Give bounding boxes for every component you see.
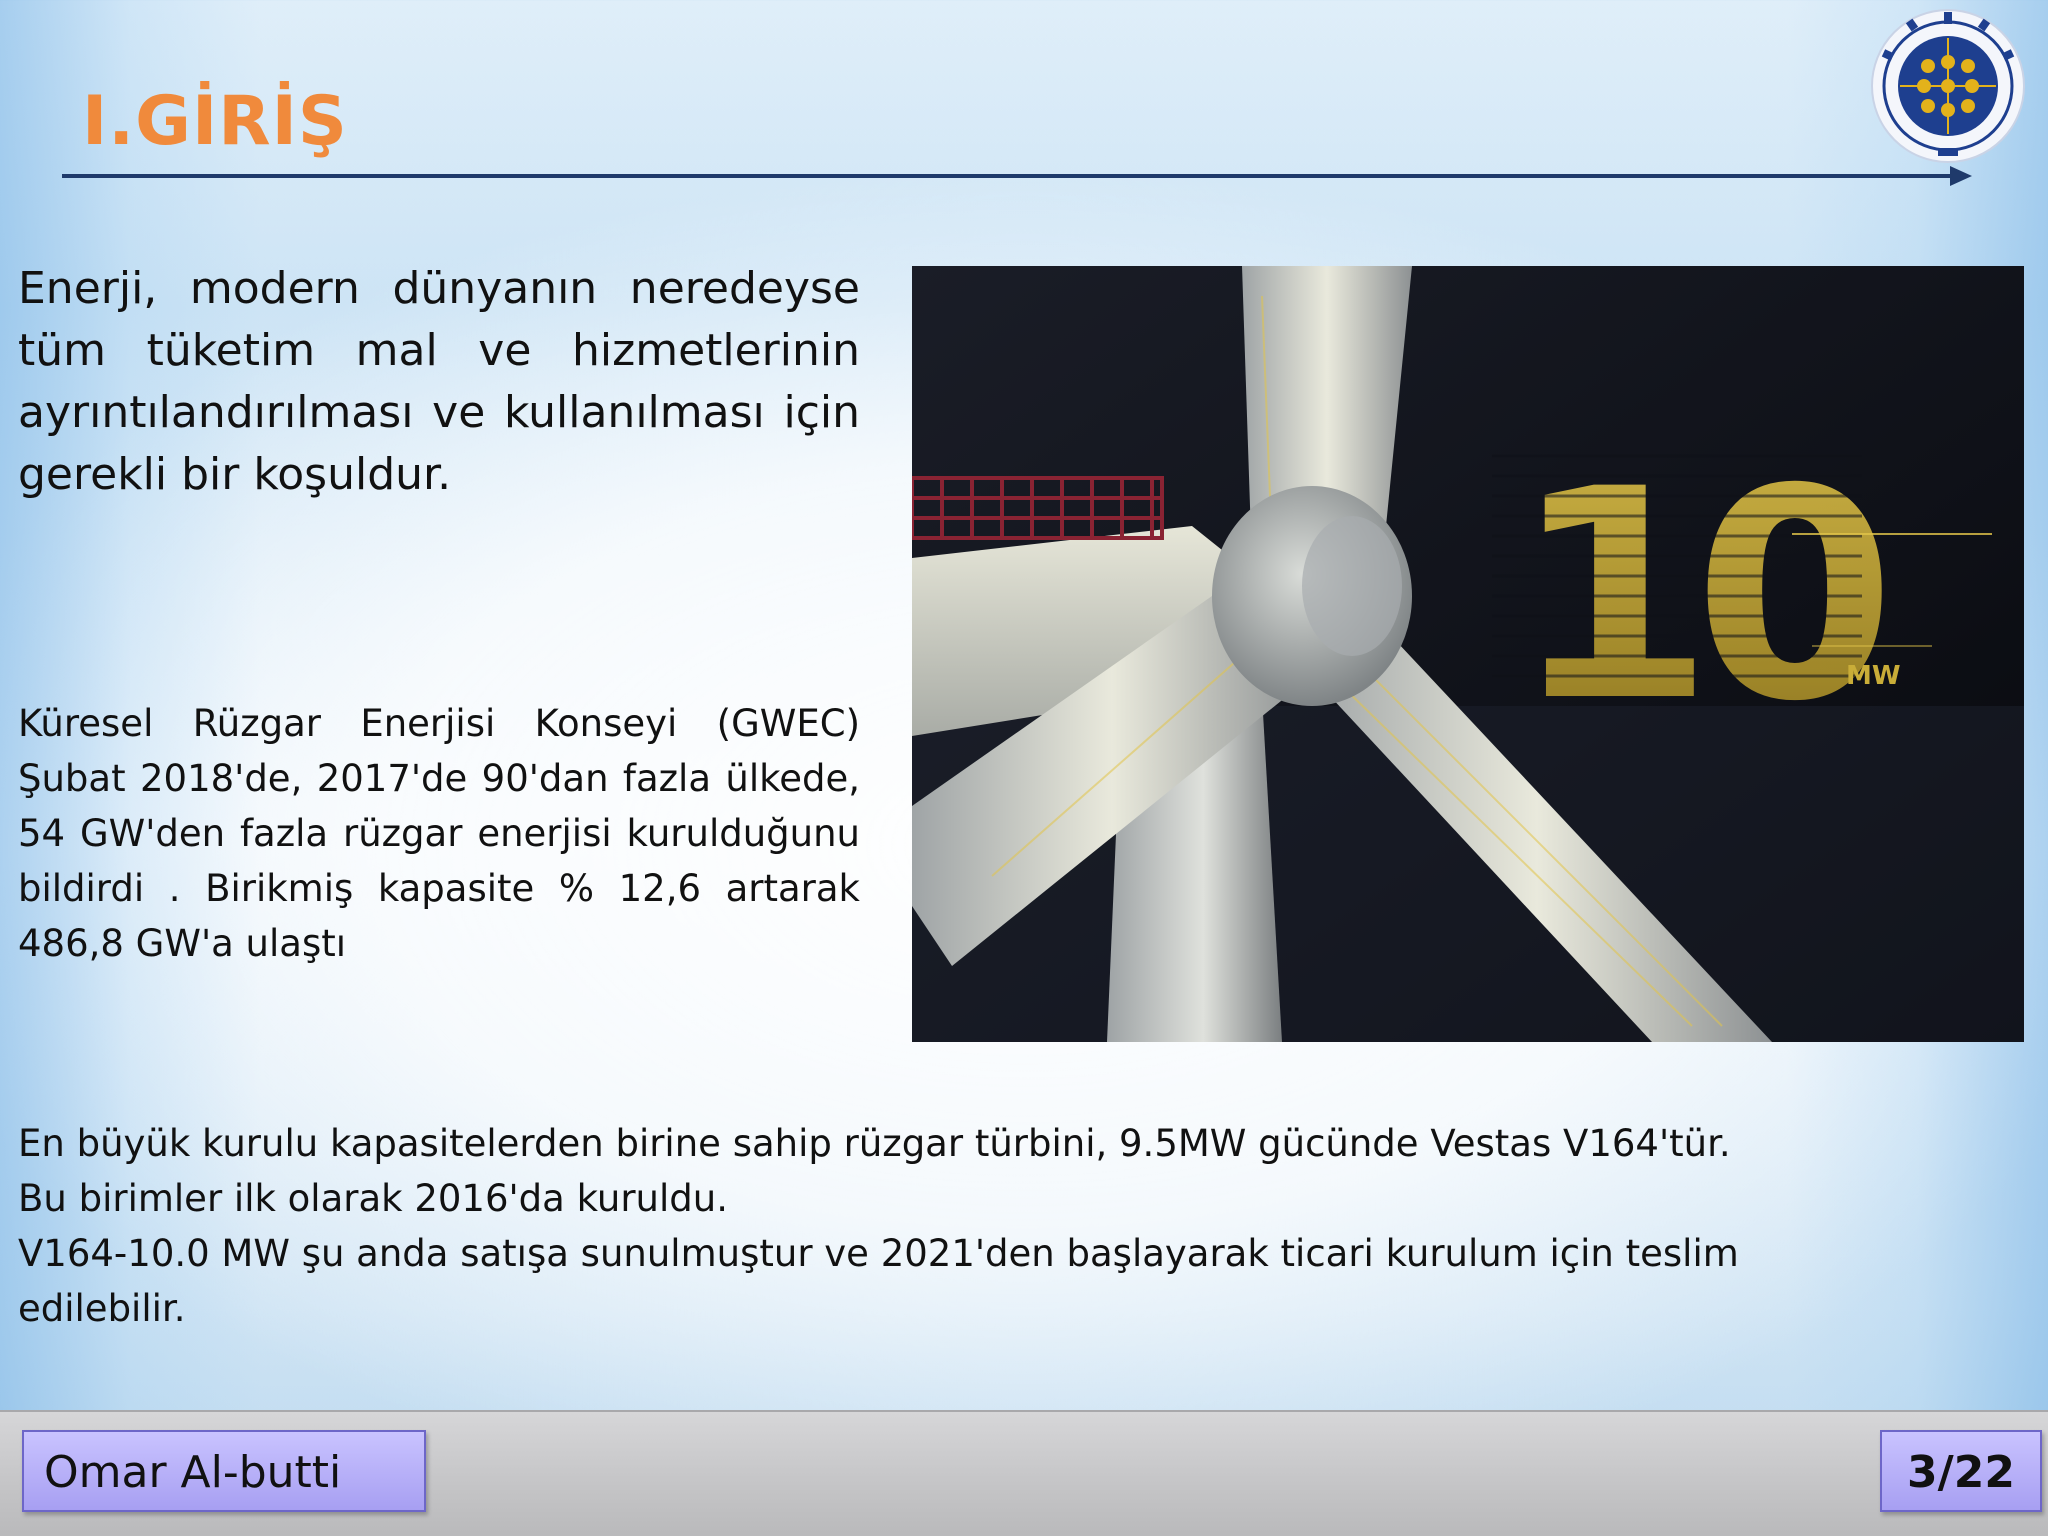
page-number: 3/22 [1880, 1430, 2042, 1512]
author-label: Omar Al-butti [22, 1430, 426, 1512]
turbine-paragraph: En büyük kurulu kapasitelerden birine sa… [18, 1116, 1978, 1336]
title-underline-arrow [1950, 166, 1972, 186]
title-underline [62, 174, 1962, 178]
gwec-paragraph: Küresel Rüzgar Enerjisi Konseyi (GWEC) Ş… [18, 702, 860, 965]
turbine-paragraph-line: V164-10.0 MW şu anda satışa sunulmuştur … [18, 1232, 1739, 1275]
overlay-unit: MW [1846, 661, 1901, 691]
wind-turbine-image: 10 MW [912, 266, 2024, 1042]
turbine-paragraph-line: Bu birimler ilk olarak 2016'da kuruldu. [18, 1177, 728, 1220]
university-seal-logo [1868, 6, 2028, 166]
turbine-paragraph-line: edilebilir. [18, 1287, 186, 1330]
intro-paragraph: Enerji, modern dünyanın neredeyse tüm tü… [18, 263, 860, 500]
slide-title: I.GİRİŞ [82, 82, 348, 161]
turbine-paragraph-line: En büyük kurulu kapasitelerden birine sa… [18, 1122, 1731, 1165]
